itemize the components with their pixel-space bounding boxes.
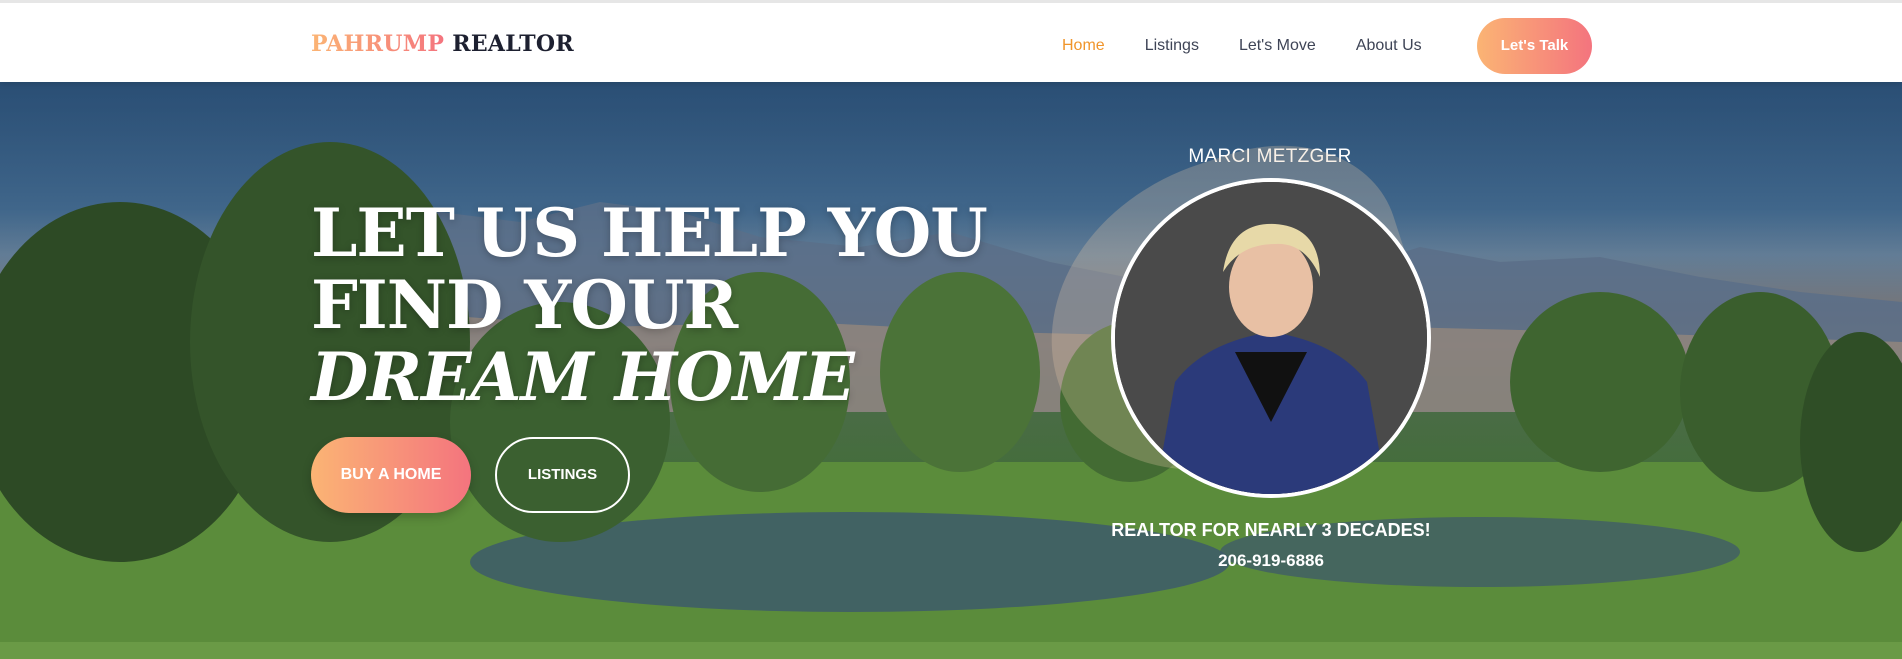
hero-headline: LET US HELP YOU FIND YOUR DREAM HOME: [311, 194, 988, 416]
agent-phone[interactable]: 206-919-6886: [1090, 551, 1452, 571]
logo-rest-text: REALTOR: [452, 31, 574, 57]
nav-item-home[interactable]: Home: [1062, 37, 1105, 55]
headline-line-3: DREAM HOME: [311, 338, 855, 416]
nav-item-listings[interactable]: Listings: [1145, 37, 1199, 55]
agent-photo: [1111, 178, 1431, 498]
site-logo[interactable]: PAHRUMP REALTOR: [311, 31, 574, 57]
logo-accent-text: PAHRUMP: [311, 31, 445, 57]
headline-line-2: FIND YOUR: [311, 266, 738, 344]
nav-item-lets-move[interactable]: Let's Move: [1239, 37, 1316, 55]
site-header: PAHRUMP REALTOR Home Listings Let's Move…: [0, 0, 1902, 82]
main-nav: Home Listings Let's Move About Us: [1062, 37, 1462, 55]
listings-button[interactable]: LISTINGS: [495, 437, 630, 513]
hero-section: LET US HELP YOU FIND YOUR DREAM HOME BUY…: [0, 82, 1902, 659]
agent-portrait-image: [1115, 182, 1427, 494]
nav-item-about-us[interactable]: About Us: [1356, 37, 1422, 55]
lets-talk-button[interactable]: Let's Talk: [1477, 18, 1592, 74]
headline-line-1: LET US HELP YOU: [311, 194, 988, 272]
buy-a-home-button[interactable]: BUY A HOME: [311, 437, 471, 513]
agent-tagline: REALTOR FOR NEARLY 3 DECADES!: [1111, 520, 1431, 540]
